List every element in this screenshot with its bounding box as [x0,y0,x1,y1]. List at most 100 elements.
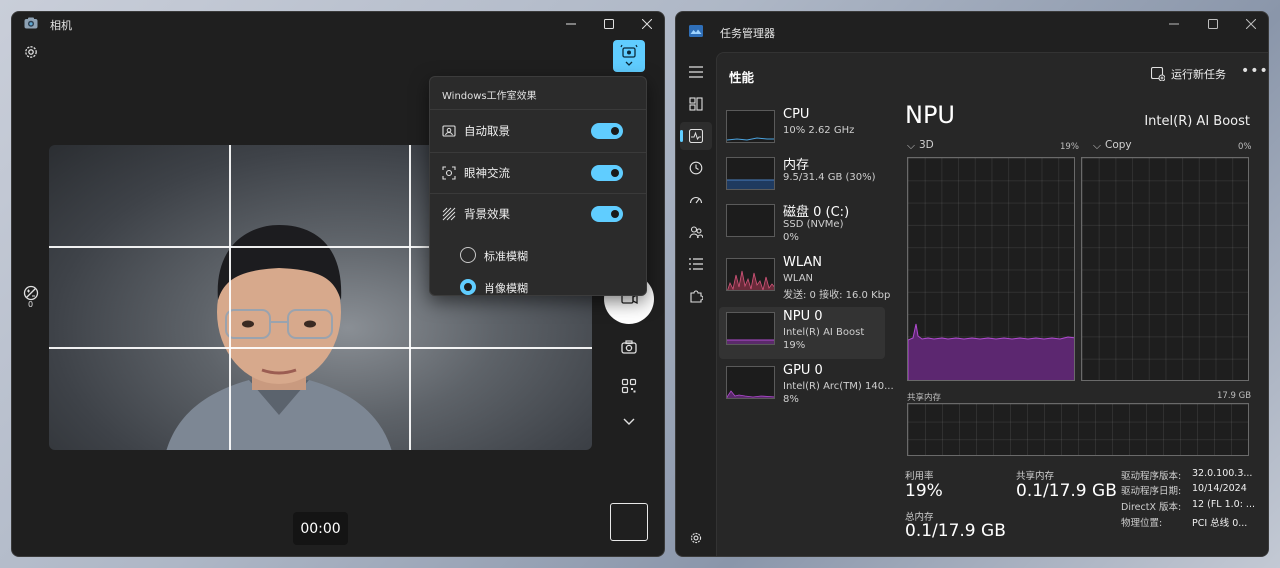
driver-date-value: 10/14/2024 [1192,483,1247,494]
background-effects-toggle[interactable] [591,206,623,222]
divider [430,109,646,110]
resource-detail: WLAN [783,273,814,284]
studio-effects-button[interactable] [613,40,645,72]
total-memory-value: 0.1/17.9 GB [905,521,1006,541]
resource-gpu[interactable]: GPU 0 Intel(R) Arc(TM) 140... 8% [719,361,894,413]
exposure-value: 0 [28,300,34,309]
resource-cpu[interactable]: CPU 10% 2.62 GHz [719,105,885,157]
driver-version-value: 32.0.100.3... [1192,468,1253,479]
performance-icon [689,129,703,143]
maximize-button[interactable] [1195,14,1231,34]
minimize-button[interactable] [1156,14,1192,34]
camera-titlebar: 相机 [12,12,664,36]
photo-mode-icon[interactable] [621,339,637,355]
directx-version-label: DirectX 版本: [1121,502,1182,513]
engine-chevron-icon[interactable]: ⌵ [1093,140,1101,153]
users-icon [689,226,703,239]
background-blur-icon [442,207,456,221]
run-task-icon [1151,67,1165,81]
resource-wlan[interactable]: WLAN WLAN 发送: 0 接收: 16.0 Kbp [719,253,890,305]
standard-blur-label: 标准模糊 [484,250,528,263]
nav-startup[interactable] [680,186,712,214]
services-puzzle-icon [690,290,703,303]
background-effects-row[interactable]: 背景效果 [430,194,646,234]
nav-rail [676,52,716,556]
grid-line-vertical [409,145,411,450]
nav-app-history[interactable] [680,154,712,182]
nav-services[interactable] [680,282,712,310]
processes-icon [689,97,703,111]
grid-line-vertical [229,145,231,450]
history-icon [689,161,703,175]
resource-npu[interactable]: NPU 0 Intel(R) AI Boost 19% [719,307,885,359]
resource-name: NPU 0 [783,309,823,324]
run-new-task-button[interactable]: 运行新任务 [1151,66,1226,82]
close-button[interactable] [629,14,664,34]
page-title: 性能 [729,70,755,85]
more-options-icon[interactable]: ••• [1241,63,1268,79]
resource-detail: SSD (NVMe) [783,219,844,230]
nav-settings[interactable] [680,524,712,552]
auto-framing-row[interactable]: 自动取景 [430,111,646,151]
portrait-blur-radio[interactable] [460,279,476,295]
flyout-title: Windows工作室效果 [442,91,537,102]
nav-users[interactable] [680,218,712,246]
maximize-button[interactable] [591,14,627,34]
auto-framing-toggle[interactable] [591,123,623,139]
run-new-task-label: 运行新任务 [1171,68,1226,81]
engine1-label[interactable]: 3D [919,139,934,151]
resource-disk[interactable]: 磁盘 0 (C:) SSD (NVMe) 0% [719,199,885,251]
resource-detail: 发送: 0 接收: 16.0 Kbp [783,290,891,301]
detail-title: NPU [905,101,955,129]
maximize-icon [604,19,614,29]
engine2-label[interactable]: Copy [1105,139,1132,151]
close-button[interactable] [1233,14,1268,34]
standard-blur-radio[interactable] [460,247,476,263]
engine2-graph [1081,157,1249,381]
wlan-sparkline [726,258,775,291]
settings-gear-icon[interactable] [23,44,39,60]
driver-version-label: 驱动程序版本: [1121,471,1182,482]
engine-chevron-icon[interactable]: ⌵ [907,140,915,153]
hamburger-icon [689,66,703,78]
startup-speedometer-icon [689,197,703,204]
engine2-percent: 0% [1238,142,1252,152]
resource-name: 磁盘 0 (C:) [783,205,850,220]
camera-app-icon [24,17,38,29]
chevron-down-icon[interactable] [621,413,637,429]
resource-detail: Intel(R) Arc(TM) 140... [783,381,894,392]
resource-memory[interactable]: 内存 9.5/31.4 GB (30%) [719,152,885,204]
driver-date-label: 驱动程序日期: [1121,486,1182,497]
shared-memory-graph-label: 共享内存 [907,393,942,403]
person-preview [166,225,392,450]
disk-sparkline [726,204,775,237]
exposure-control[interactable]: 0 [22,285,40,311]
eye-contact-toggle[interactable] [591,165,623,181]
memory-sparkline [726,157,775,190]
last-capture-thumbnail[interactable] [610,503,648,541]
engine1-percent: 19% [1060,142,1079,152]
resource-name: GPU 0 [783,363,823,378]
studio-effects-flyout: Windows工作室效果 自动取景 眼神交流 背景效果 标准模糊 肖像模糊 [429,76,647,296]
resource-detail: Intel(R) AI Boost [783,327,865,338]
utilization-label: 利用率 [905,471,934,482]
eye-contact-row[interactable]: 眼神交流 [430,153,646,193]
nav-details[interactable] [680,250,712,278]
qr-code-icon[interactable] [621,378,637,394]
performance-pane: 性能 运行新任务 ••• CPU 10% 2.62 GHz 内存 9.5/31.… [716,52,1268,556]
physical-location-value: PCI 总线 0... [1192,518,1248,529]
camera-window: 相机 0 00:00 Windows工作室效果 自动取景 眼神交流 背景效果 标… [11,11,665,557]
portrait-blur-label: 肖像模糊 [484,282,528,295]
engine1-graph [907,157,1075,381]
close-icon [642,19,652,29]
resource-detail: 19% [783,340,806,351]
window-title: 任务管理器 [720,27,775,40]
recording-timer: 00:00 [293,512,348,545]
nav-processes[interactable] [680,90,712,118]
nav-performance[interactable] [680,122,712,150]
minimize-button[interactable] [553,14,589,34]
shared-memory-graph [907,403,1249,456]
nav-hamburger[interactable] [680,58,712,86]
minimize-icon [1169,23,1179,25]
resource-detail: 8% [783,394,799,405]
